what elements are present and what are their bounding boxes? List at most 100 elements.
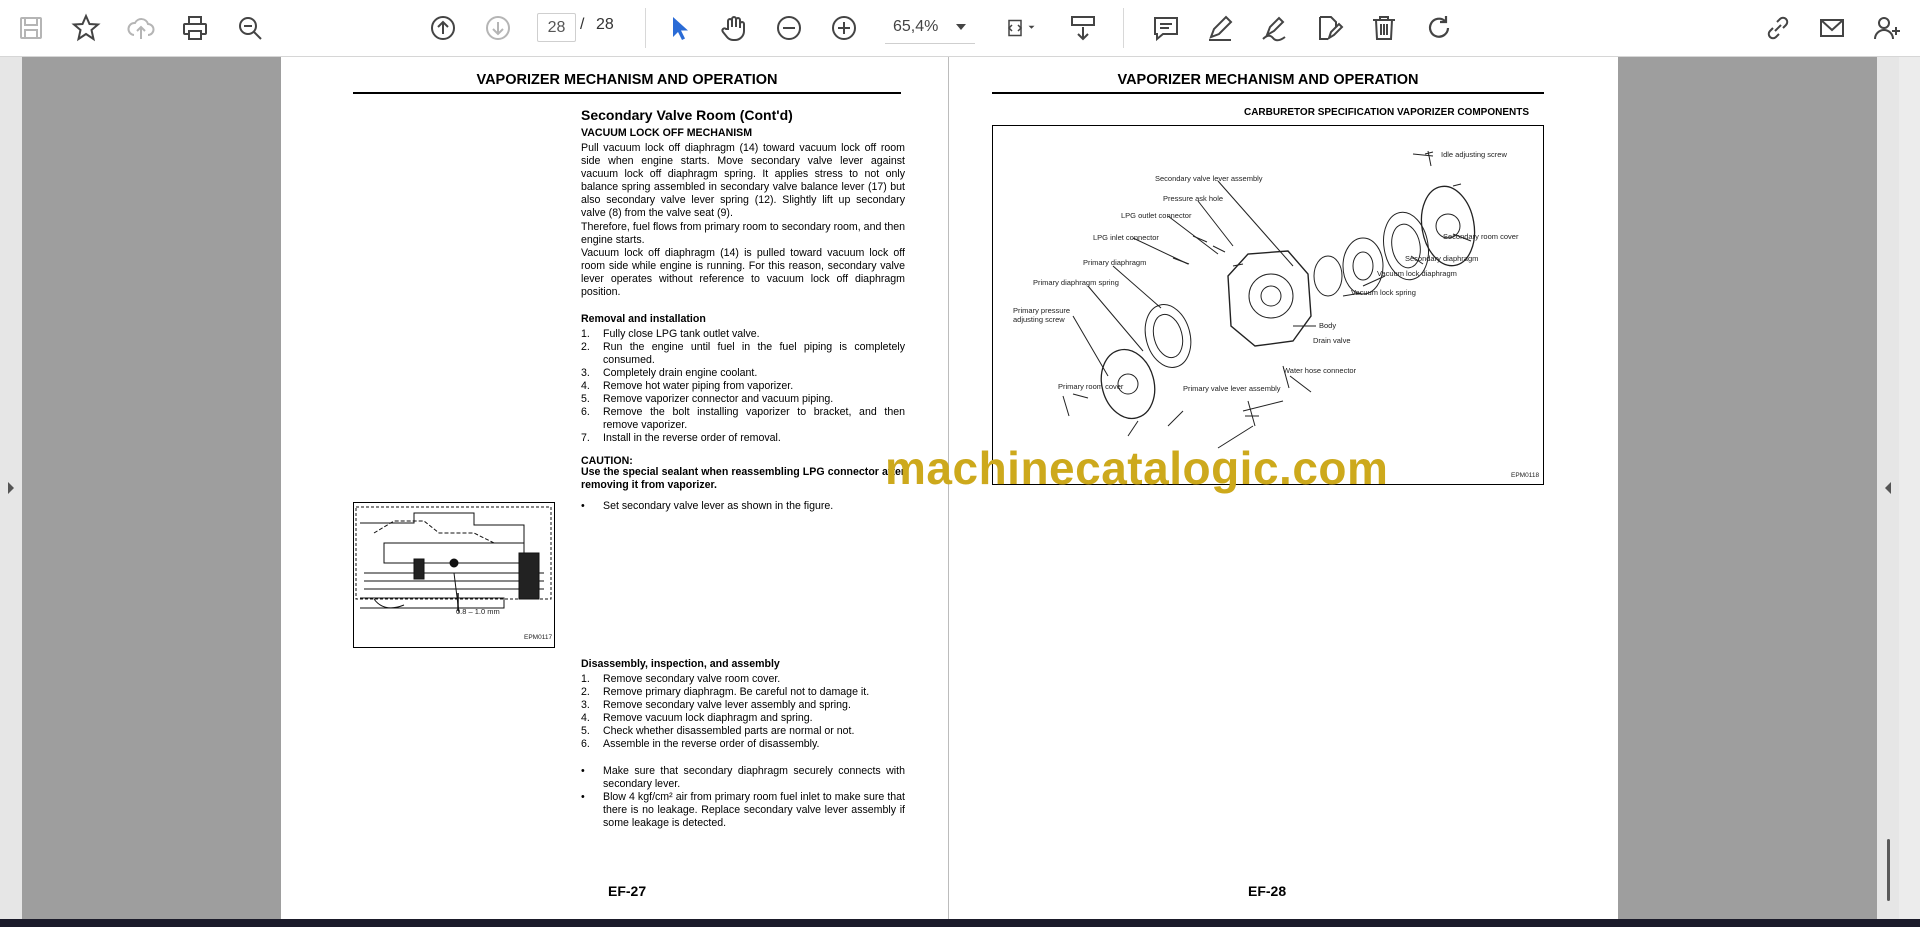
list-item-number: 3. — [581, 699, 590, 711]
trash-icon[interactable] — [1365, 9, 1403, 47]
page-separator: / — [580, 16, 585, 33]
label-secondary-lever: Secondary valve lever assembly — [1155, 174, 1263, 183]
highlight-pen-icon[interactable] — [1201, 9, 1239, 47]
redo-rotate-icon[interactable] — [1420, 9, 1458, 47]
bullet-text: Set secondary valve lever as shown in th… — [603, 500, 834, 512]
list-item-number: 1. — [581, 673, 590, 685]
list-item: Fully close LPG tank outlet valve. — [603, 328, 760, 340]
list-item: Remove primary diaphragm. Be careful not… — [603, 686, 870, 698]
bullet-text: Blow 4 kgf/cm² air from primary room fue… — [603, 791, 905, 829]
label-vacuum-spring: Vacuum lock spring — [1351, 288, 1416, 297]
list-item-number: 2. — [581, 686, 590, 698]
bullet: • — [581, 765, 585, 777]
right-panel-toggle[interactable] — [1877, 57, 1899, 919]
comment-icon[interactable] — [1147, 9, 1185, 47]
edit-document-icon[interactable] — [1310, 9, 1348, 47]
page-ef-27: VAPORIZER MECHANISM AND OPERATION Second… — [281, 57, 948, 919]
email-icon[interactable] — [1813, 9, 1851, 47]
zoom-level-value: 65,4% — [893, 18, 939, 35]
add-user-icon[interactable] — [1868, 9, 1906, 47]
list-item-number: 5. — [581, 725, 590, 737]
previous-page-icon[interactable] — [424, 9, 462, 47]
paragraph-2: Therefore, fuel flows from primary room … — [581, 221, 905, 246]
label-pressure-hole: Pressure ask hole — [1163, 194, 1224, 203]
bullet-text: Make sure that secondary diaphragm secur… — [603, 765, 905, 790]
section-title: Secondary Valve Room (Cont'd) — [581, 107, 793, 123]
removal-title: Removal and installation — [581, 313, 706, 325]
label-vacuum-diaphragm: Vacuum lock diaphragm — [1377, 269, 1457, 278]
left-panel-toggle[interactable] — [0, 57, 22, 919]
list-item-number: 3. — [581, 367, 590, 379]
figure-subheader: CARBURETOR SPECIFICATION VAPORIZER COMPO… — [1243, 107, 1529, 118]
vaporizer-components-figure: Idle adjusting screw Secondary valve lev… — [992, 125, 1544, 485]
list-item: Install in the reverse order of removal. — [603, 432, 781, 444]
print-icon[interactable] — [176, 9, 214, 47]
star-icon[interactable] — [67, 9, 105, 47]
scroll-thumb[interactable] — [1887, 839, 1890, 901]
watermark: machinecatalogic.com — [885, 442, 1389, 494]
label-water-hose: Water hose connector — [1283, 366, 1357, 375]
total-pages: 28 — [596, 16, 614, 33]
page-header: VAPORIZER MECHANISM AND OPERATION — [476, 72, 778, 88]
select-cursor-icon[interactable] — [660, 9, 698, 47]
zoom-level-dropdown[interactable]: 65,4% — [885, 13, 975, 44]
zoom-search-icon[interactable] — [231, 9, 269, 47]
chevron-down-icon — [956, 24, 966, 30]
label-idle-screw: Idle adjusting screw — [1441, 150, 1507, 159]
toolbar-divider — [645, 8, 646, 48]
page-number: EF-27 — [608, 883, 647, 899]
label-body: Body — [1319, 321, 1337, 330]
list-item: Remove vacuum lock diaphragm and spring. — [603, 712, 813, 724]
list-item-number: 7. — [581, 432, 590, 444]
list-item-number: 4. — [581, 380, 590, 392]
page-fit-icon[interactable] — [996, 9, 1046, 47]
label-primary-valve: Primary valve lever assembly — [1183, 384, 1281, 393]
list-item-number: 6. — [581, 406, 590, 418]
page-header: VAPORIZER MECHANISM AND OPERATION — [1117, 72, 1419, 88]
secondary-valve-lever-figure: 0.8 – 1.0 mm EPM0117 — [353, 502, 555, 648]
label-lpg-inlet: LPG inlet connector — [1093, 233, 1159, 242]
label-lpg-outlet: LPG outlet connector — [1121, 211, 1192, 220]
vertical-scrollbar[interactable] — [1899, 57, 1920, 919]
list-item-number: 1. — [581, 328, 590, 340]
list-item-number: 2. — [581, 341, 590, 353]
toolbar: / 28 65,4% — [0, 0, 1920, 57]
figure-code: EPM0117 — [524, 634, 553, 641]
paragraph-3: Vacuum lock off diaphragm (14) is pulled… — [581, 247, 905, 298]
share-link-icon[interactable] — [1759, 9, 1797, 47]
list-item: Assemble in the reverse order of disasse… — [603, 738, 820, 750]
list-item: Completely drain engine coolant. — [603, 367, 758, 379]
current-page-input[interactable] — [537, 13, 576, 42]
label-drain-valve: Drain valve — [1313, 336, 1351, 345]
cloud-upload-icon[interactable] — [122, 9, 160, 47]
bullet: • — [581, 500, 585, 512]
label-primary-diaphragm: Primary diaphragm — [1083, 258, 1147, 267]
label-secondary-cover: Secondary room cover — [1443, 232, 1519, 241]
chevron-left-icon — [1885, 482, 1891, 494]
draw-icon[interactable] — [1255, 9, 1293, 47]
next-page-icon[interactable] — [479, 9, 517, 47]
list-item-number: 4. — [581, 712, 590, 724]
save-icon[interactable] — [12, 9, 50, 47]
zoom-out-icon[interactable] — [770, 9, 808, 47]
bullet: • — [581, 791, 585, 803]
paragraph-1: Pull vacuum lock off diaphragm (14) towa… — [581, 142, 905, 219]
list-item-number: 6. — [581, 738, 590, 750]
page-number: EF-28 — [1248, 883, 1287, 899]
chevron-right-icon — [8, 482, 14, 494]
zoom-in-icon[interactable] — [825, 9, 863, 47]
label-primary-spring: Primary diaphragm spring — [1033, 278, 1119, 287]
subsection-title: VACUUM LOCK OFF MECHANISM — [581, 127, 753, 139]
list-item: Remove hot water piping from vaporizer. — [603, 380, 794, 392]
caution-text: Use the special sealant when reassemblin… — [581, 466, 905, 491]
toolbar-divider — [1123, 8, 1124, 48]
list-item: Run the engine until fuel in the fuel pi… — [603, 341, 905, 366]
label-primary-cover: Primary room cover — [1058, 382, 1124, 391]
list-item: Remove secondary valve room cover. — [603, 673, 781, 685]
disassembly-title: Disassembly, inspection, and assembly — [581, 658, 780, 670]
hand-tool-icon[interactable] — [715, 9, 753, 47]
figure-dimension-label: 0.8 – 1.0 mm — [456, 607, 500, 616]
taskbar-edge — [0, 919, 1920, 927]
list-item-number: 5. — [581, 393, 590, 405]
scroll-mode-icon[interactable] — [1064, 9, 1102, 47]
